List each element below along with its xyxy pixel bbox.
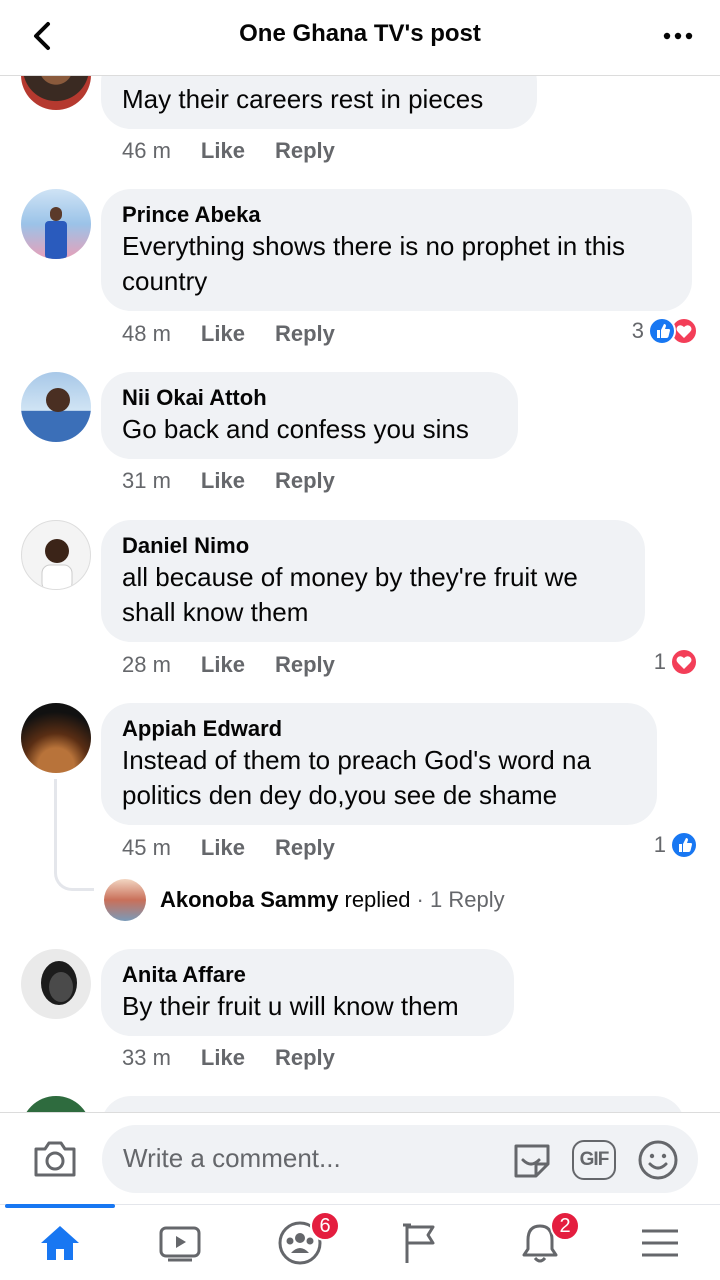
comment-text-line: all because of money by they're fruit we [122, 562, 578, 592]
comment-meta: 28 m Like Reply [122, 652, 335, 678]
comment-text: Go back and confess you sins [122, 414, 469, 444]
person-photo [41, 961, 77, 1005]
page-title: One Ghana TV's post [239, 20, 481, 47]
like-button[interactable]: Like [201, 321, 245, 347]
comment-bubble[interactable]: Prince Abeka Everything shows there is n… [101, 189, 692, 311]
reaction-count: 3 [631, 318, 644, 343]
comment-meta: 33 m Like Reply [122, 1045, 335, 1071]
comment-time: 48 m [122, 321, 171, 346]
comment-meta: 31 m Like Reply [122, 468, 335, 494]
comment-text-line: shall know them [122, 597, 309, 627]
reaction-summary[interactable]: 1 [654, 831, 698, 859]
like-reaction-icon [648, 317, 676, 345]
reply-button[interactable]: Reply [275, 321, 335, 347]
tab-menu[interactable] [600, 1205, 720, 1280]
avatar[interactable] [21, 189, 91, 259]
commenter-name[interactable]: Appiah Edward [122, 715, 636, 743]
hamburger-icon [642, 1229, 678, 1257]
commenter-name[interactable]: Anita Affare [122, 961, 493, 989]
comment-bubble[interactable]: Appiah Edward Instead of them to preach … [101, 703, 657, 825]
commenter-name[interactable]: Daniel Nimo [122, 532, 624, 560]
comment-time: 28 m [122, 652, 171, 677]
comment-bubble[interactable] [101, 1096, 685, 1112]
tab-home[interactable] [0, 1204, 120, 1280]
comment-bubble[interactable]: Anita Affare By their fruit u will know … [101, 949, 514, 1036]
comment-bubble[interactable]: May their careers rest in pieces [101, 76, 537, 129]
tab-notifications[interactable]: 2 [480, 1205, 600, 1280]
avatar[interactable] [21, 1096, 91, 1112]
comment-time: 31 m [122, 468, 171, 493]
comment-bubble[interactable]: Daniel Nimo all because of money by they… [101, 520, 645, 642]
video-icon [159, 1226, 201, 1262]
more-dots-icon[interactable] [662, 24, 694, 48]
comment-bubble[interactable]: Nii Okai Attoh Go back and confess you s… [101, 372, 518, 459]
reply-button[interactable]: Reply [275, 138, 335, 164]
replied-label: replied [344, 887, 411, 912]
comment-feed[interactable]: May their careers rest in pieces 46 m Li… [0, 76, 720, 1112]
avatar[interactable] [21, 76, 91, 110]
tab-pages[interactable] [360, 1205, 480, 1280]
person-photo [45, 207, 67, 259]
comment-text-line: Instead of them to preach God's word na [122, 745, 591, 775]
tab-groups[interactable]: 6 [240, 1205, 360, 1280]
reply-button[interactable]: Reply [275, 468, 335, 494]
app-header: One Ghana TV's post [0, 0, 720, 76]
comment-meta: 48 m Like Reply [122, 321, 335, 347]
comment-text: By their fruit u will know them [122, 991, 459, 1021]
comment-input[interactable]: Write a comment... GIF [102, 1125, 698, 1193]
gif-button[interactable]: GIF [572, 1140, 616, 1180]
commenter-name[interactable]: Nii Okai Attoh [122, 384, 497, 412]
like-button[interactable]: Like [201, 835, 245, 861]
avatar[interactable] [21, 520, 91, 590]
avatar[interactable] [21, 949, 91, 1019]
avatar[interactable] [21, 372, 91, 442]
flag-icon [403, 1223, 435, 1263]
replies-link[interactable]: Akonoba Sammy replied · 1 Reply [104, 879, 505, 921]
comment-placeholder: Write a comment... [123, 1143, 341, 1173]
reply-button[interactable]: Reply [275, 1045, 335, 1071]
emoji-icon[interactable] [636, 1138, 680, 1182]
groups-badge: 6 [310, 1211, 340, 1241]
reaction-summary[interactable]: 3 [632, 317, 698, 345]
reply-count: · 1 Reply [416, 887, 505, 912]
reply-button[interactable]: Reply [275, 835, 335, 861]
like-button[interactable]: Like [201, 468, 245, 494]
reaction-count: 1 [653, 832, 666, 857]
comment-text-line: politics den dey do,you see de shame [122, 780, 558, 810]
tab-watch[interactable] [120, 1205, 240, 1280]
like-button[interactable]: Like [201, 652, 245, 678]
like-button[interactable]: Like [201, 1045, 245, 1071]
home-icon [41, 1226, 79, 1260]
replier-name: Akonoba Sammy [160, 887, 339, 912]
comment-text-line: country [122, 266, 208, 296]
bottom-nav: 6 2 [0, 1204, 720, 1280]
comment-time: 45 m [122, 835, 171, 860]
like-button[interactable]: Like [201, 138, 245, 164]
comment-time: 46 m [122, 138, 171, 163]
reaction-count: 1 [653, 649, 666, 674]
comment-text: May their careers rest in pieces [122, 84, 484, 114]
notifications-badge: 2 [550, 1211, 580, 1241]
person-photo [41, 539, 73, 589]
avatar [104, 879, 146, 921]
comment-composer: Write a comment... GIF [0, 1112, 720, 1204]
reply-button[interactable]: Reply [275, 652, 335, 678]
avatar[interactable] [21, 703, 91, 773]
like-reaction-icon [670, 831, 698, 859]
thread-line [54, 779, 94, 891]
reaction-summary[interactable]: 1 [654, 648, 698, 676]
comment-text-line: Everything shows there is no prophet in … [122, 231, 625, 261]
person-photo [46, 388, 70, 412]
sticker-icon[interactable] [510, 1138, 554, 1182]
camera-icon[interactable] [32, 1137, 78, 1179]
commenter-name[interactable]: Prince Abeka [122, 201, 671, 229]
love-reaction-icon [670, 648, 698, 676]
comment-time: 33 m [122, 1045, 171, 1070]
comment-meta: 46 m Like Reply [122, 138, 335, 164]
comment-meta: 45 m Like Reply [122, 835, 335, 861]
